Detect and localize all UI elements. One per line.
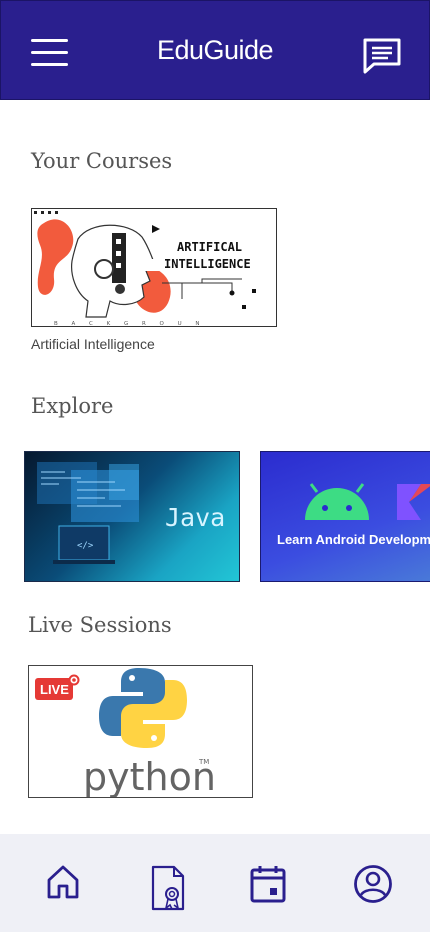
java-label: Java [165, 503, 225, 532]
calendar-icon[interactable] [249, 864, 287, 904]
chat-icon[interactable] [362, 37, 402, 75]
home-icon[interactable] [46, 864, 80, 900]
your-courses-heading: Your Courses [31, 149, 173, 173]
live-badge: LIVE [40, 682, 69, 697]
explore-card-java[interactable]: </> Java [24, 451, 240, 582]
ai-image-text-2: INTELLIGENCE [164, 257, 251, 271]
python-tm: TM [198, 758, 209, 766]
python-image: LIVE python TM [35, 668, 216, 798]
profile-icon[interactable] [353, 864, 393, 904]
app-header: EduGuide [0, 0, 430, 100]
bottom-nav [0, 834, 430, 932]
explore-card-android[interactable]: Learn Android Developm [260, 451, 430, 582]
android-label: Learn Android Developm [277, 532, 430, 547]
android-image: Learn Android Developm [277, 483, 430, 547]
ai-course-image: ARTIFICAL INTELLIGENCE B A C K G R O U N [32, 209, 276, 327]
explore-heading: Explore [31, 394, 114, 418]
course-card-ai[interactable]: ARTIFICAL INTELLIGENCE B A C K G R O U N [31, 208, 277, 327]
course-name-ai[interactable]: Artificial Intelligence [31, 336, 155, 352]
python-label: python [83, 755, 216, 798]
ai-image-footer: B A C K G R O U N [54, 321, 206, 327]
svg-text:</>: </> [77, 541, 94, 551]
live-sessions-heading: Live Sessions [28, 613, 172, 637]
live-session-python[interactable]: LIVE python TM [28, 665, 253, 798]
certificate-icon[interactable] [150, 864, 186, 912]
ai-image-text-1: ARTIFICAL [177, 240, 242, 254]
java-image: </> Java [37, 462, 225, 564]
